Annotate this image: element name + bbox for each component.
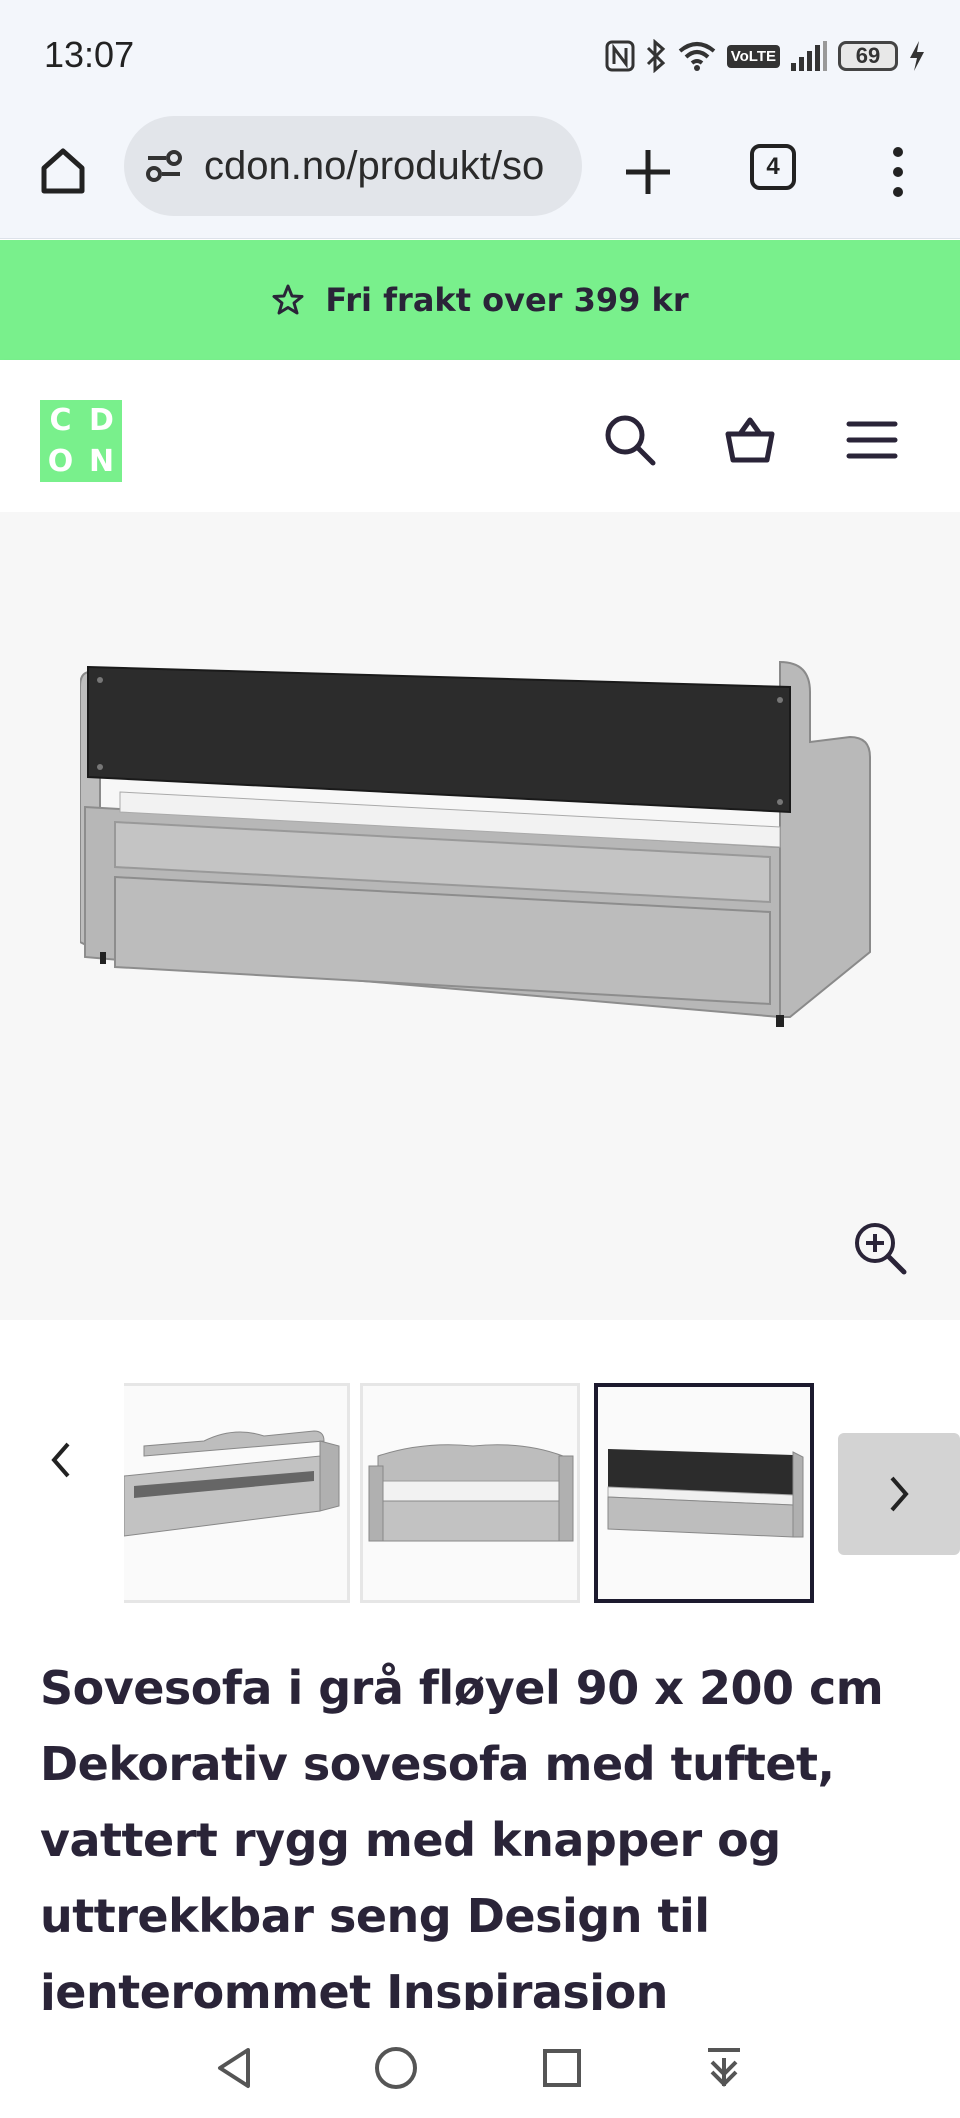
product-title: Sovesofa i grå fløyel 90 x 200 cm Dekora…	[40, 1661, 884, 2010]
menu-button[interactable]	[840, 408, 904, 472]
thumbnail-strip	[0, 1320, 960, 1620]
nav-recents-button[interactable]	[532, 2038, 592, 2098]
zoom-in-icon[interactable]	[852, 1220, 908, 1276]
chevron-right-icon	[890, 1476, 909, 1512]
thumbnail-prev-button[interactable]	[36, 1430, 86, 1490]
promo-text: Fri frakt over 399 kr	[325, 281, 689, 319]
thumbnail-next-button[interactable]	[838, 1433, 960, 1555]
signal-icon	[791, 41, 827, 71]
thumbnail-image	[368, 1444, 574, 1542]
menu-icon	[846, 421, 898, 459]
more-vertical-icon[interactable]	[876, 142, 920, 202]
chevron-left-icon	[51, 1442, 70, 1478]
search-button[interactable]	[598, 408, 662, 472]
home-circle-icon	[375, 2047, 417, 2089]
home-icon	[41, 148, 85, 194]
url-text: cdon.no/produkt/so	[204, 143, 545, 188]
nav-home-button[interactable]	[366, 2038, 426, 2098]
product-main-image[interactable]	[80, 632, 880, 1052]
back-triangle-icon	[218, 2048, 250, 2088]
basket-icon	[725, 417, 775, 463]
nfc-icon	[605, 40, 635, 72]
charging-icon	[910, 41, 924, 71]
thumbnail-3-selected[interactable]	[594, 1383, 814, 1603]
status-bar: 13:07 VoLTE 69	[0, 0, 960, 112]
site-settings-icon[interactable]	[142, 144, 186, 188]
product-gallery	[0, 512, 960, 1320]
tab-switcher-button[interactable]: 4	[750, 144, 796, 190]
system-nav-bar	[0, 2018, 960, 2118]
status-time: 13:07	[44, 34, 135, 75]
star-icon	[272, 284, 304, 315]
bluetooth-icon	[646, 39, 665, 73]
logo-letter: N	[88, 444, 115, 479]
volte-icon: VoLTE	[726, 44, 780, 68]
status-icons: VoLTE 69	[605, 36, 926, 76]
browser-toolbar: cdon.no/produkt/so 4	[0, 112, 960, 239]
logo-letter: D	[89, 403, 114, 438]
thumbnail-2[interactable]	[360, 1383, 580, 1603]
promo-banner: Fri frakt over 399 kr	[0, 240, 960, 360]
battery-icon: 69	[838, 41, 898, 71]
site-header: C D O N	[0, 360, 960, 512]
wifi-icon	[678, 42, 715, 71]
thumbnail-image	[607, 1449, 804, 1538]
recents-square-icon	[543, 2049, 581, 2087]
logo-letter: O	[47, 444, 74, 479]
basket-button[interactable]	[718, 408, 782, 472]
download-arrow-icon	[708, 2048, 740, 2087]
thumbnail-image	[124, 1430, 340, 1537]
nav-back-button[interactable]	[204, 2038, 264, 2098]
search-icon	[605, 415, 656, 466]
plus-icon[interactable]	[618, 142, 678, 202]
nav-extra-button[interactable]	[694, 2038, 754, 2098]
browser-home-button[interactable]	[32, 140, 94, 202]
thumbnail-1[interactable]	[124, 1383, 350, 1603]
logo-letter: C	[49, 403, 72, 438]
cdon-logo[interactable]: C D O N	[40, 400, 122, 482]
address-bar[interactable]: cdon.no/produkt/so	[124, 116, 582, 216]
product-title-container: Sovesofa i grå fløyel 90 x 200 cm Dekora…	[40, 1650, 920, 2010]
